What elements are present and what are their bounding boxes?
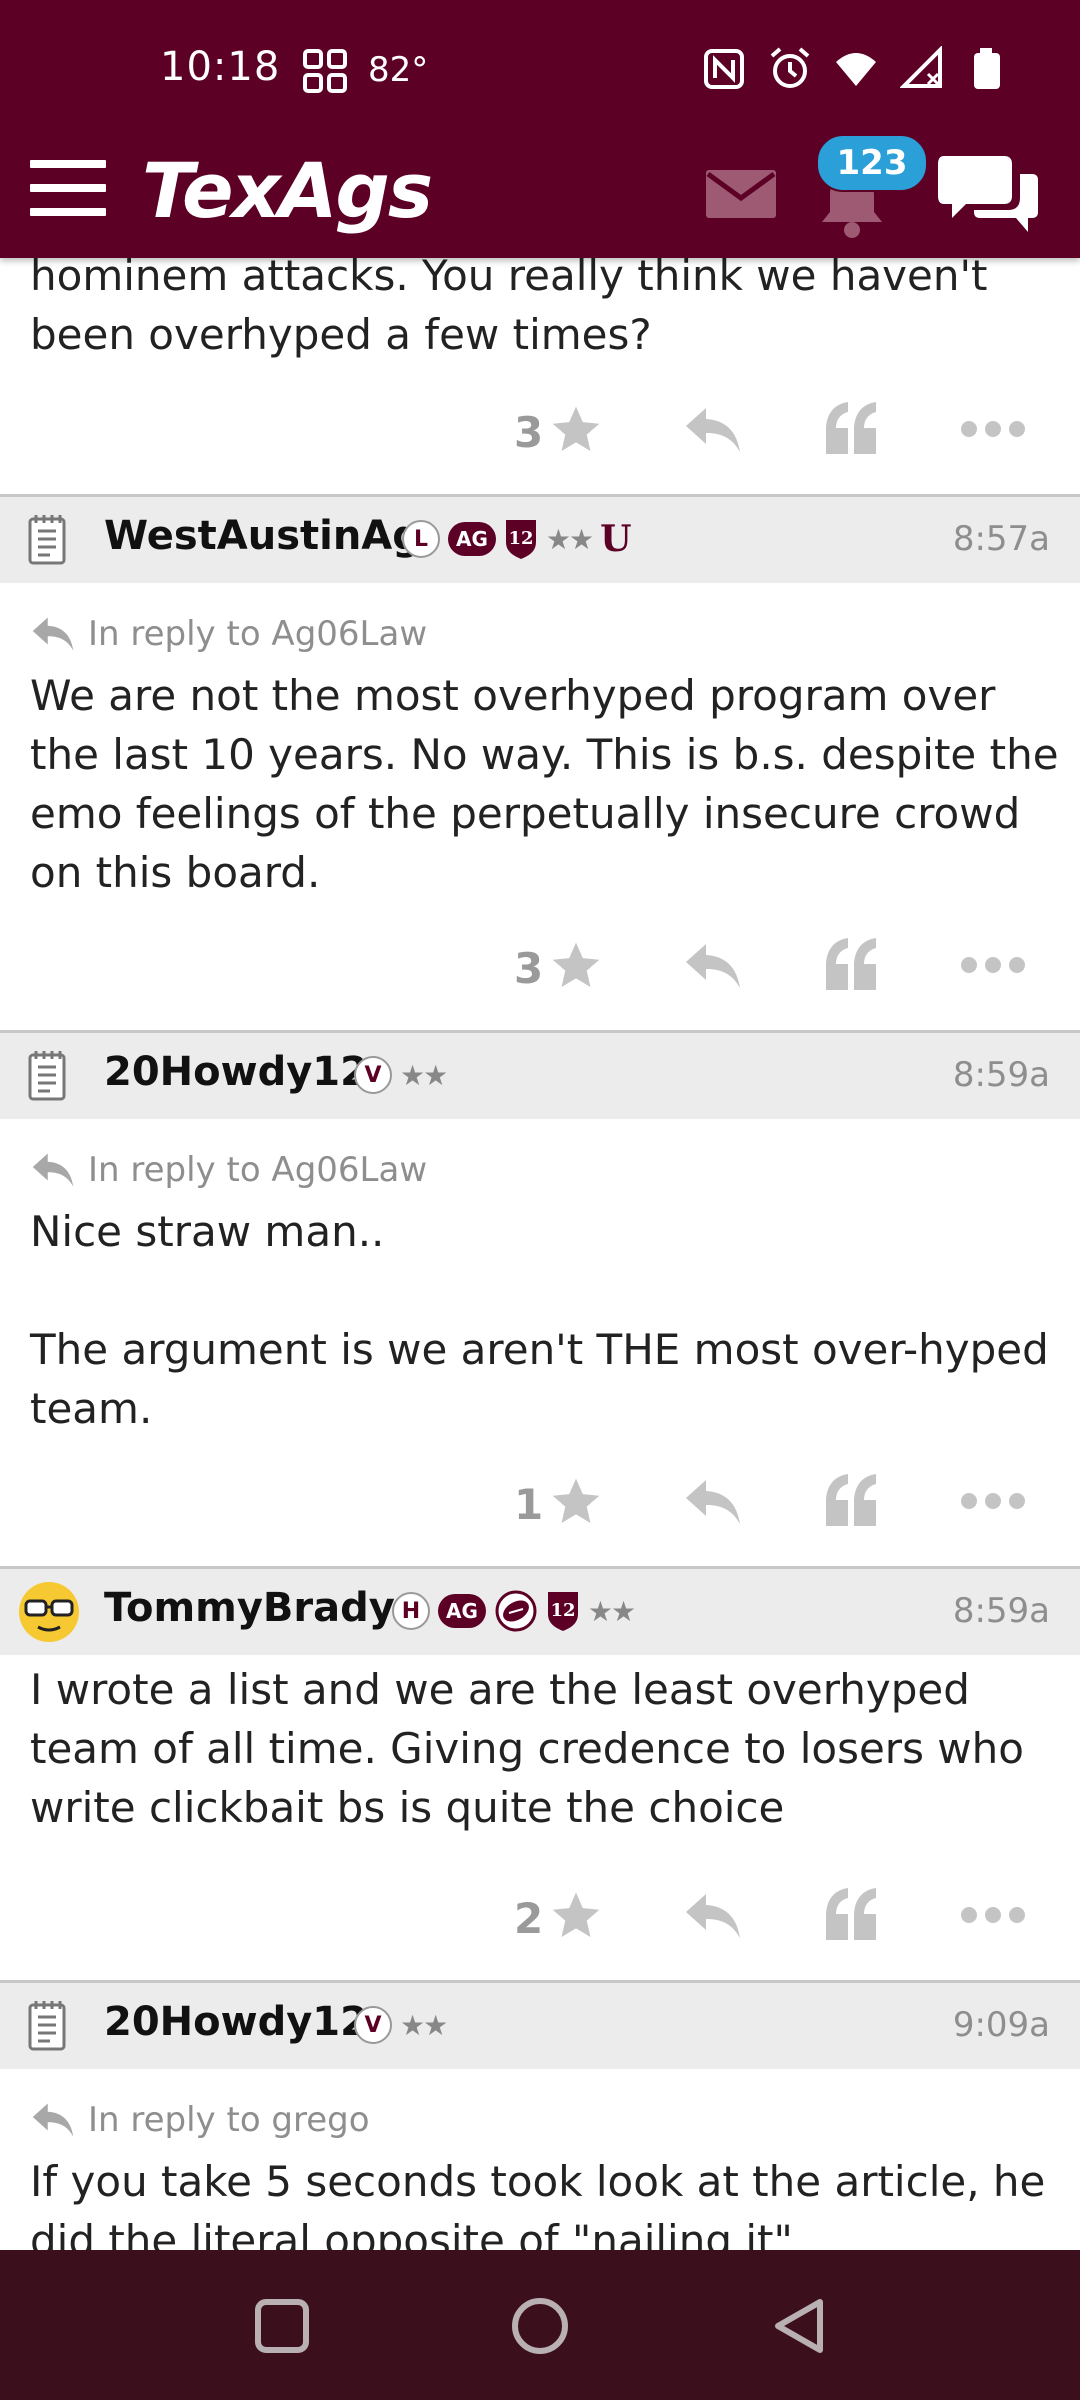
post-body-text: I wrote a list and we are the least over… xyxy=(30,1665,1024,1832)
mail-icon[interactable] xyxy=(704,166,778,222)
badge-football-icon xyxy=(495,1590,537,1632)
post-time: 9:09a xyxy=(952,2005,1050,2045)
status-temperature: 82° xyxy=(368,50,429,90)
document-icon xyxy=(28,515,66,565)
badge-stars: ★★ xyxy=(400,1058,448,1092)
star-count: 1 xyxy=(514,1480,544,1529)
star-icon[interactable] xyxy=(548,1888,604,1944)
post-header: TommyBrady H AG 12 ★★ 8:59a xyxy=(0,1569,1080,1655)
chat-icon[interactable] xyxy=(936,150,1040,236)
username[interactable]: 20Howdy12 xyxy=(104,1999,368,2045)
post-body-text: The argument is we aren't THE most over-… xyxy=(30,1325,1049,1433)
star-count: 3 xyxy=(514,944,544,993)
thread-content: hominem attacks. You really think we hav… xyxy=(0,0,1080,2250)
post-body-text: Nice straw man.. xyxy=(30,1207,385,1256)
badge-v: V xyxy=(354,2006,392,2044)
more-icon[interactable] xyxy=(960,1904,1026,1926)
back-icon[interactable] xyxy=(768,2294,832,2358)
reply-to[interactable]: In reply to grego xyxy=(30,2100,370,2140)
star-icon[interactable] xyxy=(548,1474,604,1530)
signal-icon xyxy=(900,46,942,88)
badge-stars: ★★ xyxy=(400,2008,448,2042)
badge-ag: AG xyxy=(438,1594,486,1628)
badge-12th-man-shield: 12 xyxy=(505,520,536,559)
badge-12-text: 12 xyxy=(550,1600,575,1621)
reply-icon[interactable] xyxy=(684,1892,742,1940)
post-header: 20Howdy12 V ★★ 8:59a xyxy=(0,1033,1080,1119)
alarm-icon xyxy=(770,47,810,88)
username[interactable]: WestAustinAg xyxy=(104,513,421,559)
widgets-icon xyxy=(303,49,347,93)
quote-icon[interactable] xyxy=(824,936,878,992)
reply-icon[interactable] xyxy=(684,1478,742,1526)
battery-icon xyxy=(974,48,1000,89)
user-badges: H AG 12 ★★ xyxy=(392,1587,636,1635)
document-icon xyxy=(28,1051,66,1101)
post-actions: 3 xyxy=(0,394,1080,464)
more-icon[interactable] xyxy=(960,418,1026,440)
username[interactable]: TommyBrady xyxy=(104,1585,395,1631)
app-bar: TexAgs 123 xyxy=(0,134,1080,258)
username[interactable]: 20Howdy12 xyxy=(104,1049,368,1095)
post-header: WestAustinAg L AG 12 ★★ U 8:57a xyxy=(0,497,1080,583)
quote-icon[interactable] xyxy=(824,1472,878,1528)
reply-to[interactable]: In reply to Ag06Law xyxy=(30,614,427,654)
post-body-text: We are not the most overhyped program ov… xyxy=(30,671,1059,897)
reply-to[interactable]: In reply to Ag06Law xyxy=(30,1150,427,1190)
top-bar: 10:18 82° TexAgs 123 xyxy=(0,0,1080,258)
star-icon[interactable] xyxy=(548,938,604,994)
post-header: 20Howdy12 V ★★ 9:09a xyxy=(0,1983,1080,2069)
reply-icon xyxy=(32,617,74,651)
user-badges: L AG 12 ★★ U xyxy=(402,515,632,563)
home-icon[interactable] xyxy=(508,2294,572,2358)
badge-h: H xyxy=(392,1592,430,1630)
badge-stars: ★★ xyxy=(587,1594,636,1628)
post-time: 8:57a xyxy=(952,519,1050,559)
post-body-text: hominem attacks. You really think we hav… xyxy=(30,251,988,359)
notification-badge[interactable]: 123 xyxy=(816,134,928,192)
user-badges: V ★★ xyxy=(354,2001,448,2049)
nfc-icon xyxy=(704,49,744,89)
hamburger-icon[interactable] xyxy=(30,160,106,220)
system-nav-bar xyxy=(0,2250,1080,2400)
badge-v: V xyxy=(354,1056,392,1094)
badge-l: L xyxy=(402,520,440,558)
star-count: 2 xyxy=(514,1894,544,1943)
reply-to-text: In reply to grego xyxy=(88,2100,370,2140)
reply-to-text: In reply to Ag06Law xyxy=(88,1150,428,1190)
reply-to-text: In reply to Ag06Law xyxy=(88,614,428,654)
quote-icon[interactable] xyxy=(824,400,878,456)
post-actions: 3 xyxy=(0,930,1080,1000)
status-bar: 10:18 82° xyxy=(0,0,1080,140)
quote-icon[interactable] xyxy=(824,1886,878,1942)
more-icon[interactable] xyxy=(960,1490,1026,1512)
recents-icon[interactable] xyxy=(250,2294,314,2358)
more-icon[interactable] xyxy=(960,954,1026,976)
post-actions: 2 xyxy=(0,1880,1080,1950)
badge-12th-man-shield: 12 xyxy=(547,1592,578,1631)
badge-ag: AG xyxy=(448,522,496,556)
reply-icon xyxy=(32,2103,74,2137)
user-badges: V ★★ xyxy=(354,1051,448,1099)
wifi-icon xyxy=(836,53,876,86)
badge-u: U xyxy=(600,518,632,560)
avatar-nerd-emoji-icon[interactable] xyxy=(16,1579,82,1645)
document-icon xyxy=(28,2001,66,2051)
star-icon[interactable] xyxy=(548,402,604,458)
post-time: 8:59a xyxy=(952,1055,1050,1095)
reply-icon xyxy=(32,1153,74,1187)
post-time: 8:59a xyxy=(952,1591,1050,1631)
reply-icon[interactable] xyxy=(684,406,742,454)
badge-stars: ★★ xyxy=(545,522,594,556)
star-count: 3 xyxy=(514,408,544,457)
badge-12-text: 12 xyxy=(508,528,533,549)
post-actions: 1 xyxy=(0,1466,1080,1536)
texags-logo[interactable]: TexAgs xyxy=(142,146,433,235)
status-time: 10:18 xyxy=(160,44,281,90)
reply-icon[interactable] xyxy=(684,942,742,990)
post-body-text: If you take 5 seconds took look at the a… xyxy=(30,2157,1046,2250)
